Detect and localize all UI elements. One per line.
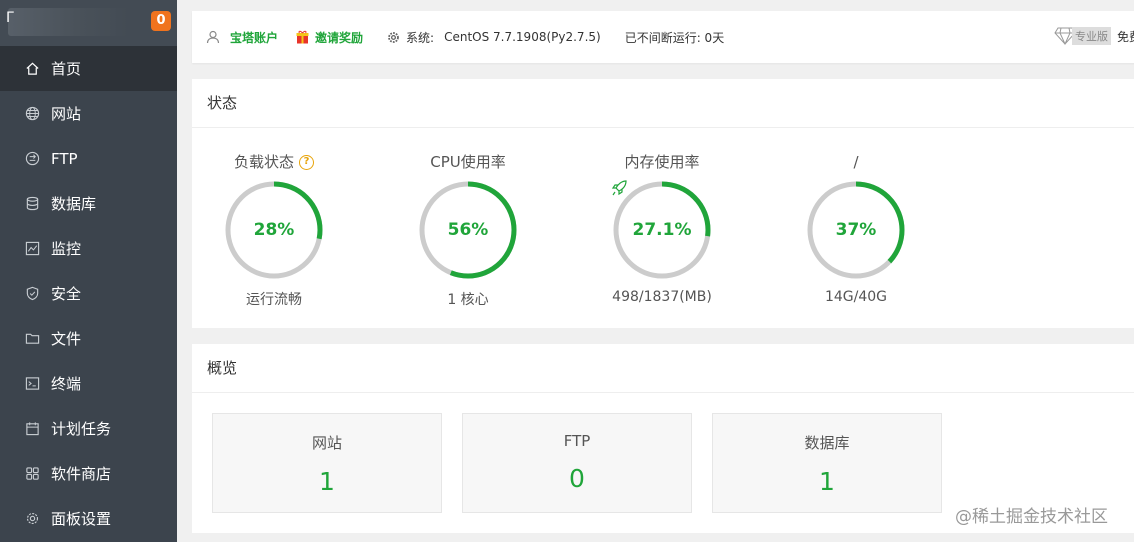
invite-link[interactable]: 邀请奖励: [296, 29, 363, 46]
terminal-icon: [24, 376, 40, 392]
account-link[interactable]: 宝塔账户: [206, 29, 278, 46]
uptime-info: 已不间断运行: 0天: [625, 29, 725, 46]
system-info: 系统: CentOS 7.7.1908(Py2.7.5): [387, 29, 601, 46]
overview-card-ftp[interactable]: FTP 0: [462, 413, 692, 513]
home-icon: [24, 61, 40, 77]
invite-label: 邀请奖励: [315, 30, 364, 45]
gear-icon: [388, 31, 399, 43]
gauge-load[interactable]: 负载状态? 28% 运行流畅: [214, 152, 334, 309]
sidebar-item-label: 文件: [51, 330, 82, 348]
gauge-memory[interactable]: 内存使用率 27.1% 498/1837(MB): [602, 152, 722, 305]
sidebar-header: Γ 0: [0, 0, 177, 46]
sidebar-item-cron[interactable]: 计划任务: [0, 406, 177, 451]
gauge-ring: 27.1%: [610, 178, 714, 282]
notification-badge[interactable]: 0: [151, 11, 171, 31]
gauge-subtitle: 1 核心: [447, 292, 489, 308]
card-label: 数据库: [804, 434, 850, 452]
sidebar-item-store[interactable]: 软件商店: [0, 451, 177, 496]
gauge-title: /: [853, 153, 859, 171]
calendar-icon: [24, 421, 40, 437]
system-label: 系统:: [406, 30, 435, 45]
sidebar-item-label: 网站: [51, 105, 82, 123]
card-label: 网站: [311, 434, 342, 452]
sidebar-item-monitor[interactable]: 监控: [0, 226, 177, 271]
gauge-ring: 28%: [222, 178, 326, 282]
shield-icon: [24, 286, 40, 302]
sidebar-item-settings[interactable]: 面板设置: [0, 496, 177, 541]
sidebar-item-label: 计划任务: [51, 420, 112, 438]
gauge-subtitle: 运行流畅: [246, 292, 302, 308]
gauge-disk[interactable]: / 37% 14G/40G: [796, 152, 916, 305]
sidebar-item-ftp[interactable]: FTP: [0, 136, 177, 181]
overview-card-website[interactable]: 网站 1: [212, 413, 442, 513]
free-text: 免费: [1117, 29, 1134, 44]
logo: [8, 8, 128, 36]
system-value: CentOS 7.7.1908(Py2.7.5): [444, 30, 601, 44]
sidebar-item-label: 监控: [51, 240, 82, 258]
gauge-cpu[interactable]: CPU使用率 56% 1 核心: [408, 152, 528, 309]
gauge-value: 56%: [447, 220, 489, 240]
sidebar-item-terminal[interactable]: 终端: [0, 361, 177, 406]
sidebar: Γ 0 首页 网站 FTP 数据库 监控 安全 文件 终端 计划任务 软件商店 …: [0, 0, 177, 542]
gauge-ring: 56%: [416, 178, 520, 282]
sidebar-item-label: 软件商店: [51, 465, 112, 483]
sidebar-item-label: 数据库: [51, 195, 97, 213]
sidebar-item-database[interactable]: 数据库: [0, 181, 177, 226]
overview-card-database[interactable]: 数据库 1: [712, 413, 942, 513]
gear-icon: [24, 511, 40, 527]
folder-icon: [24, 331, 40, 347]
gauge-title-text: 负载状态: [233, 153, 294, 171]
uptime-text: 已不间断运行: 0天: [624, 30, 725, 45]
globe-icon: [24, 106, 40, 122]
card-value: 0: [569, 464, 585, 493]
edition-info[interactable]: 专业版 免费: [1054, 27, 1134, 45]
sidebar-item-files[interactable]: 文件: [0, 316, 177, 361]
card-label: FTP: [563, 432, 591, 450]
sidebar-item-label: 首页: [51, 60, 82, 78]
ftp-icon: [24, 151, 40, 167]
status-title: 状态: [192, 79, 1134, 128]
gauge-subtitle: 14G/40G: [824, 289, 888, 305]
logo-text: Γ: [6, 10, 14, 26]
gauge-ring: 37%: [804, 178, 908, 282]
gauge-title: 负载状态?: [214, 152, 334, 172]
monitor-icon: [24, 241, 40, 257]
gauge-title: 内存使用率: [624, 153, 700, 171]
gauge-value: 37%: [835, 220, 877, 240]
account-label: 宝塔账户: [230, 30, 279, 45]
sidebar-item-website[interactable]: 网站: [0, 91, 177, 136]
card-value: 1: [319, 467, 335, 496]
gift-icon: [296, 30, 309, 44]
grid-icon: [24, 466, 40, 482]
sidebar-item-label: 面板设置: [51, 510, 112, 528]
watermark: @稀土掘金技术社区: [955, 507, 1108, 527]
overview-title: 概览: [192, 344, 1134, 393]
sidebar-item-label: 终端: [51, 375, 82, 393]
gauge-title: CPU使用率: [430, 153, 506, 171]
sidebar-item-security[interactable]: 安全: [0, 271, 177, 316]
status-panel: 状态 负载状态? 28% 运行流畅 CPU使用率 56% 1 核心 内存使用率: [192, 79, 1134, 328]
top-bar: 宝塔账户 邀请奖励 系统: CentOS 7.7.1908(Py2.7.5) 已…: [192, 11, 1134, 63]
gauge-value: 28%: [253, 220, 295, 240]
gauge-value: 27.1%: [632, 220, 692, 240]
help-icon[interactable]: ?: [299, 155, 314, 170]
database-icon: [24, 196, 40, 212]
user-icon: [206, 30, 220, 44]
card-value: 1: [819, 467, 835, 496]
sidebar-item-label: FTP: [51, 149, 78, 168]
gauge-subtitle: 498/1837(MB): [612, 289, 712, 305]
sidebar-item-home[interactable]: 首页: [0, 46, 177, 91]
sidebar-item-label: 安全: [51, 285, 82, 303]
pro-tag: 专业版: [1072, 27, 1111, 45]
